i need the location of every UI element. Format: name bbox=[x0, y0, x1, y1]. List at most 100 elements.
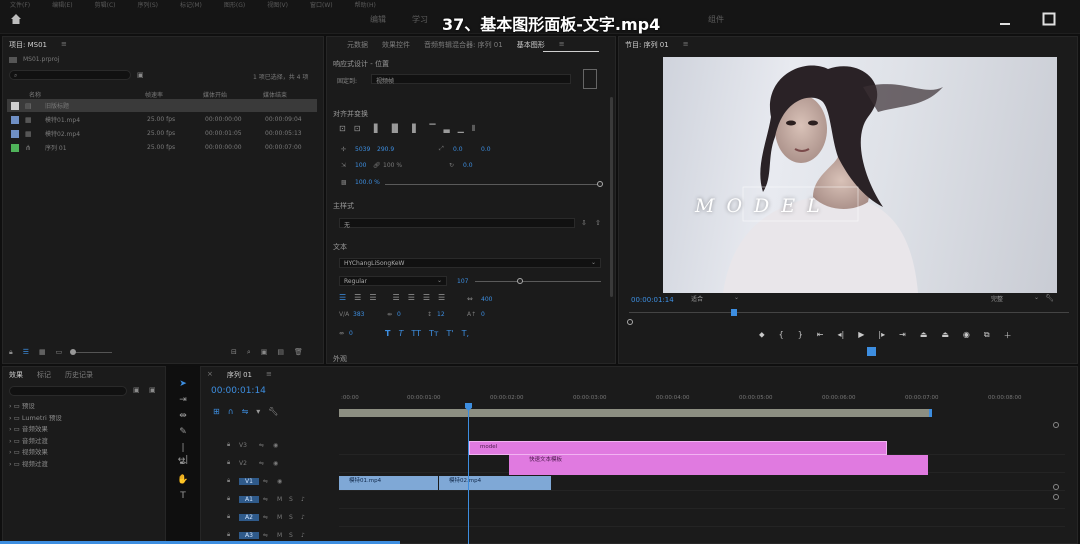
align-center-text-icon[interactable]: ☰ bbox=[354, 293, 361, 302]
zoom-select[interactable]: 适合 ⌄ bbox=[691, 294, 739, 304]
anchor-x[interactable]: 0.0 bbox=[453, 146, 481, 153]
quality-select[interactable]: 完整 ⌄ bbox=[991, 294, 1039, 304]
mark-out-icon[interactable]: } bbox=[798, 330, 803, 341]
list-item[interactable]: › ▭ Lumetri 预设 bbox=[9, 413, 62, 425]
font-size-slider[interactable] bbox=[475, 281, 601, 282]
selection-tool-icon[interactable]: ➤ bbox=[177, 378, 189, 390]
list-item[interactable]: ▦ 模特01.mp4 25.00 fps 00:00:00:00 00:00:0… bbox=[11, 115, 302, 124]
tab-sequence[interactable]: 序列 01 bbox=[227, 370, 252, 380]
step-forward-icon[interactable]: |▸ bbox=[878, 330, 885, 341]
panel-menu-icon[interactable]: ≡ bbox=[683, 40, 689, 50]
add-marker-icon[interactable]: ⬥ bbox=[759, 330, 765, 341]
menu-sequence[interactable]: 序列(S) bbox=[138, 0, 159, 9]
mute-icon[interactable]: M bbox=[277, 496, 289, 503]
tab-history[interactable]: 历史记录 bbox=[65, 370, 93, 380]
wrench-icon[interactable]: 🔧︎ bbox=[1045, 294, 1054, 302]
menu-file[interactable]: 文件(F) bbox=[10, 0, 30, 9]
list-item[interactable]: › ▭ 视频效果 bbox=[9, 447, 62, 459]
list-item[interactable]: › ▭ 音频过渡 bbox=[9, 436, 62, 448]
zoom-slider[interactable] bbox=[70, 349, 113, 355]
opacity-value[interactable]: 100.0 % bbox=[355, 179, 387, 186]
menu-help[interactable]: 帮助(H) bbox=[355, 0, 376, 9]
snap-icon[interactable]: ∩ bbox=[228, 407, 234, 416]
track-select-tool-icon[interactable]: ⇥ bbox=[177, 394, 189, 406]
lock-icon[interactable]: 🔒︎ bbox=[227, 513, 239, 521]
add-marker-icon[interactable]: ▾ bbox=[256, 407, 260, 416]
menu-graphics[interactable]: 图形(G) bbox=[224, 0, 245, 9]
anchor-y[interactable]: 0.0 bbox=[481, 146, 491, 153]
position-x[interactable]: 5039 bbox=[355, 146, 377, 153]
razor-tool-icon[interactable]: ✎ bbox=[177, 426, 189, 438]
hand-tool-icon[interactable]: ✋ bbox=[177, 474, 189, 486]
new-item-icon[interactable]: ▤ bbox=[277, 348, 284, 357]
home-icon[interactable] bbox=[10, 13, 22, 25]
mark-in-icon[interactable]: { bbox=[779, 330, 784, 341]
pin-to-select[interactable]: 视频帧 bbox=[371, 74, 571, 85]
align-right-text-icon[interactable]: ☰ bbox=[369, 293, 376, 302]
vr-toggle-icon[interactable] bbox=[867, 347, 876, 356]
panel-menu-icon[interactable]: ≡ bbox=[266, 370, 272, 380]
menu-window[interactable]: 窗口(W) bbox=[310, 0, 333, 9]
text-overlay[interactable]: MODEL bbox=[695, 195, 832, 217]
menu-clip[interactable]: 剪辑(C) bbox=[95, 0, 116, 9]
clip-model02[interactable]: 模特02.mp4 bbox=[439, 476, 551, 490]
clip-model01[interactable]: 模特01.mp4 bbox=[339, 476, 438, 490]
column-fps[interactable]: 帧速率 bbox=[145, 90, 203, 99]
font-family-select[interactable]: HYChangLiSongKeW ⌄ bbox=[339, 258, 601, 268]
settings-wrench-icon[interactable]: 🔧︎ bbox=[268, 407, 278, 416]
lock-icon[interactable]: 🔒︎ bbox=[227, 441, 239, 449]
go-to-in-icon[interactable]: ⇤ bbox=[817, 330, 824, 341]
all-caps-icon[interactable]: TT bbox=[411, 329, 421, 338]
eye-icon[interactable]: ◉ bbox=[273, 460, 278, 467]
leading-value[interactable]: 12 bbox=[437, 311, 467, 318]
effects-search-input[interactable] bbox=[9, 386, 127, 396]
opacity-slider-knob[interactable] bbox=[597, 181, 603, 187]
timeline-playhead[interactable] bbox=[468, 403, 469, 544]
faux-italic-icon[interactable]: T bbox=[398, 329, 403, 338]
menu-edit[interactable]: 编辑(E) bbox=[52, 0, 72, 9]
sync-lock-icon[interactable]: ⇋ bbox=[259, 442, 273, 449]
clip-text-template[interactable]: 快速文本模板 bbox=[509, 455, 928, 475]
pin-edges-widget[interactable] bbox=[583, 69, 597, 89]
align-middle-icon[interactable]: ▃ bbox=[444, 124, 450, 134]
menu-view[interactable]: 视图(V) bbox=[267, 0, 288, 9]
tab-program[interactable]: 节目: 序列 01 bbox=[625, 40, 669, 50]
font-style-select[interactable]: Regular ⌄ bbox=[339, 276, 447, 286]
program-timecode[interactable]: 00:00:01:14 bbox=[631, 296, 674, 304]
sync-lock-icon[interactable]: ⇋ bbox=[263, 496, 277, 503]
tab-markers[interactable]: 标记 bbox=[37, 370, 51, 380]
button-editor-icon[interactable]: ＋ bbox=[1004, 330, 1012, 341]
column-name[interactable]: 名称 bbox=[9, 90, 145, 99]
subscript-icon[interactable]: T, bbox=[462, 329, 469, 338]
align-left-text-icon[interactable]: ☰ bbox=[339, 293, 346, 302]
tab-metadata[interactable]: 元数据 bbox=[347, 40, 368, 50]
close-icon[interactable]: × bbox=[207, 370, 213, 380]
scale-value[interactable]: 100 bbox=[355, 162, 373, 169]
eye-icon[interactable]: ◉ bbox=[277, 478, 282, 485]
menu-marker[interactable]: 标记(M) bbox=[180, 0, 202, 9]
sync-lock-icon[interactable]: ⇋ bbox=[259, 460, 273, 467]
mic-icon[interactable]: ♪ bbox=[301, 532, 305, 539]
column-media-start[interactable]: 媒体开始 bbox=[203, 90, 263, 99]
align-top-icon[interactable]: ▔ bbox=[429, 124, 435, 134]
align-center-icon[interactable]: ▐▌ bbox=[389, 124, 401, 134]
list-item[interactable]: ▤ 旧版标题 bbox=[11, 101, 147, 110]
column-media-end[interactable]: 媒体结束 bbox=[263, 90, 287, 99]
step-back-icon[interactable]: ◂| bbox=[838, 330, 845, 341]
lock-icon[interactable]: 🔒︎ bbox=[227, 459, 239, 467]
tab-audio-mixer[interactable]: 音频剪辑混合器: 序列 01 bbox=[424, 40, 503, 50]
small-caps-icon[interactable]: Tт bbox=[429, 329, 439, 338]
tab-effect-controls[interactable]: 效果控件 bbox=[382, 40, 410, 50]
scrollbar[interactable] bbox=[610, 97, 613, 297]
scroll-knob[interactable] bbox=[1053, 484, 1059, 490]
sync-lock-icon[interactable]: ⇋ bbox=[263, 532, 277, 539]
mic-icon[interactable]: ♪ bbox=[301, 514, 305, 521]
mute-icon[interactable]: M bbox=[277, 532, 289, 539]
trash-icon[interactable]: 🗑︎ bbox=[294, 348, 303, 357]
solo-icon[interactable]: S bbox=[289, 496, 301, 503]
font-size-value[interactable]: 107 bbox=[457, 278, 468, 285]
extract-icon[interactable]: ⏏ bbox=[941, 330, 949, 341]
opacity-slider[interactable] bbox=[385, 184, 599, 185]
tab-project[interactable]: 项目: MS01 bbox=[9, 40, 47, 50]
sync-lock-icon[interactable]: ⇋ bbox=[263, 478, 277, 485]
